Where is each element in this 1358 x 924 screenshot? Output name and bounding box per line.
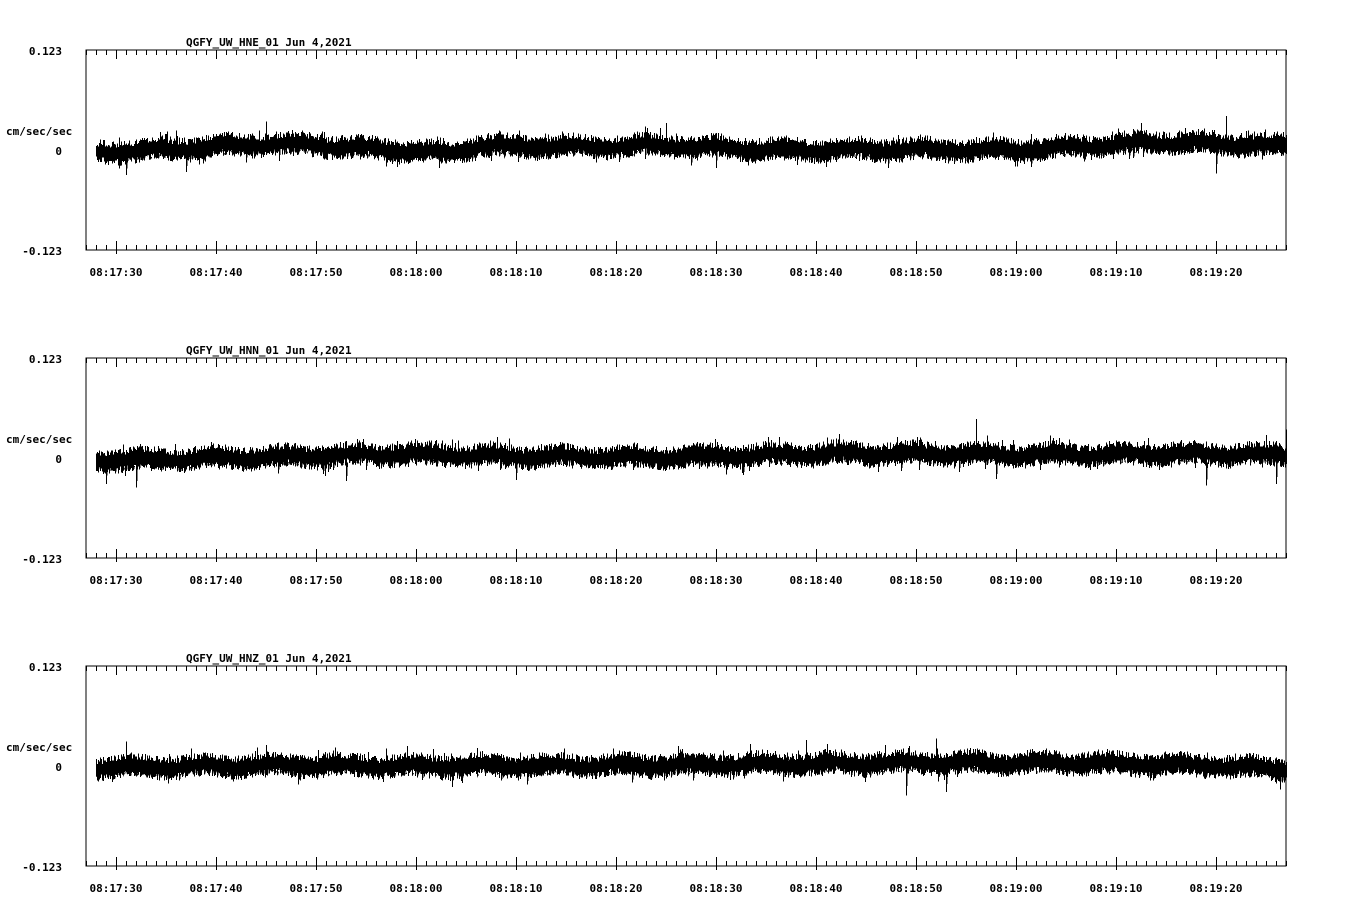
panel-title: QGFY_UW_HNE_01 Jun 4,2021 <box>186 36 352 49</box>
x-tick-label: 08:18:40 <box>790 574 843 587</box>
x-tick-label: 08:18:50 <box>890 266 943 279</box>
x-tick-label: 08:18:20 <box>590 266 643 279</box>
x-tick-label: 08:17:30 <box>90 266 143 279</box>
x-tick-label: 08:17:40 <box>190 882 243 895</box>
x-tick-label: 08:17:40 <box>190 574 243 587</box>
x-tick-label: 08:18:10 <box>490 882 543 895</box>
x-tick-label: 08:19:00 <box>990 574 1043 587</box>
y-min-label: -0.123 <box>22 861 62 874</box>
x-tick-label: 08:18:50 <box>890 574 943 587</box>
y-max-label: 0.123 <box>29 353 62 366</box>
x-tick-label: 08:18:40 <box>790 266 843 279</box>
y-min-label: -0.123 <box>22 553 62 566</box>
x-tick-label: 08:19:00 <box>990 266 1043 279</box>
x-tick-label: 08:18:40 <box>790 882 843 895</box>
x-tick-label: 08:18:20 <box>590 882 643 895</box>
x-tick-label: 08:17:50 <box>290 882 343 895</box>
y-zero-label: 0 <box>55 453 62 466</box>
x-tick-label: 08:18:30 <box>690 266 743 279</box>
x-tick-label: 08:17:50 <box>290 574 343 587</box>
x-tick-label: 08:18:00 <box>390 574 443 587</box>
x-tick-label: 08:18:20 <box>590 574 643 587</box>
y-axis-label: cm/sec/sec <box>6 125 72 138</box>
y-axis-label: cm/sec/sec <box>6 741 72 754</box>
x-tick-label: 08:17:40 <box>190 266 243 279</box>
x-tick-label: 08:19:00 <box>990 882 1043 895</box>
y-min-label: -0.123 <box>22 245 62 258</box>
x-tick-label: 08:19:10 <box>1090 266 1143 279</box>
x-tick-label: 08:19:20 <box>1190 574 1243 587</box>
x-tick-label: 08:18:10 <box>490 266 543 279</box>
x-tick-label: 08:17:30 <box>90 882 143 895</box>
x-tick-label: 08:18:00 <box>390 266 443 279</box>
panel-title: QGFY_UW_HNN_01 Jun 4,2021 <box>186 344 352 357</box>
y-axis-label: cm/sec/sec <box>6 433 72 446</box>
x-tick-label: 08:19:10 <box>1090 882 1143 895</box>
x-tick-label: 08:18:50 <box>890 882 943 895</box>
x-tick-label: 08:18:30 <box>690 882 743 895</box>
x-tick-label: 08:18:00 <box>390 882 443 895</box>
x-tick-label: 08:17:50 <box>290 266 343 279</box>
y-zero-label: 0 <box>55 145 62 158</box>
x-tick-label: 08:19:10 <box>1090 574 1143 587</box>
x-tick-label: 08:19:20 <box>1190 882 1243 895</box>
seismogram-figure: QGFY_UW_HNE_01 Jun 4,2021 0.123 cm/sec/s… <box>0 0 1358 924</box>
x-tick-label: 08:18:10 <box>490 574 543 587</box>
y-max-label: 0.123 <box>29 45 62 58</box>
x-tick-label: 08:19:20 <box>1190 266 1243 279</box>
x-tick-label: 08:17:30 <box>90 574 143 587</box>
x-tick-label: 08:18:30 <box>690 574 743 587</box>
y-max-label: 0.123 <box>29 661 62 674</box>
panel-title: QGFY_UW_HNZ_01 Jun 4,2021 <box>186 652 352 665</box>
y-zero-label: 0 <box>55 761 62 774</box>
